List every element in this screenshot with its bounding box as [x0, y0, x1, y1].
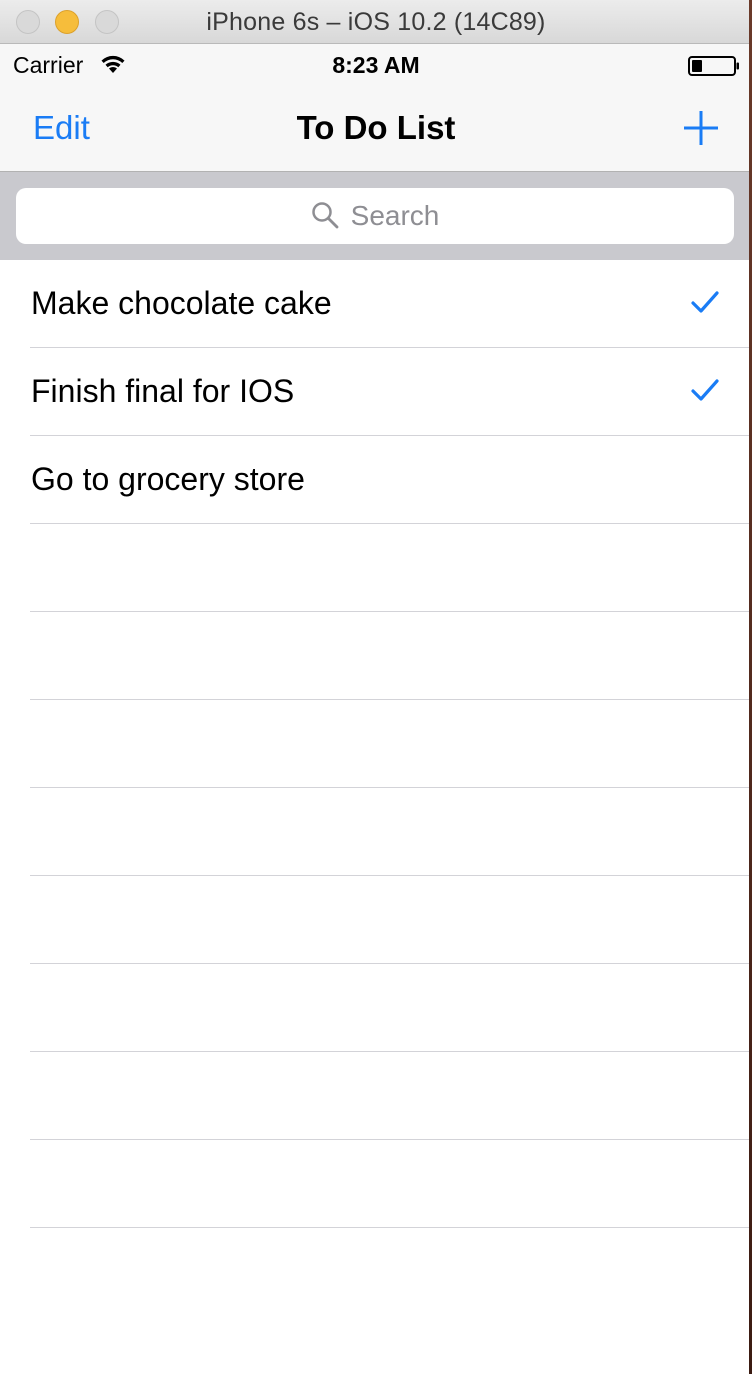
navigation-bar: Edit To Do List [0, 84, 752, 172]
todo-row[interactable]: Make chocolate cake [30, 260, 752, 348]
checkmark-icon [691, 379, 719, 401]
todo-label: Finish final for IOS [31, 373, 295, 409]
todo-table: Make chocolate cake Finish final for IOS G… [0, 260, 752, 1228]
search-bar: Search [0, 172, 752, 260]
search-icon [311, 202, 339, 229]
status-time: 8:23 AM [332, 52, 420, 78]
todo-label: Go to grocery store [31, 461, 305, 497]
empty-row [30, 876, 752, 964]
empty-row [30, 1052, 752, 1140]
search-placeholder-wrap: Search [16, 200, 734, 232]
window-title-bar: iPhone 6s – iOS 10.2 (14C89) [0, 0, 752, 44]
empty-row [30, 612, 752, 700]
empty-row [30, 1140, 752, 1228]
todo-row[interactable]: Go to grocery store [30, 436, 752, 524]
todo-row[interactable]: Finish final for IOS [30, 348, 752, 436]
battery-icon [688, 56, 739, 76]
empty-row [30, 964, 752, 1052]
search-placeholder: Search [350, 200, 440, 231]
empty-row [30, 788, 752, 876]
empty-row [30, 524, 752, 612]
empty-row [30, 700, 752, 788]
todo-label: Make chocolate cake [31, 285, 332, 321]
window-title: iPhone 6s – iOS 10.2 (14C89) [206, 8, 546, 36]
status-bar: Carrier 8:23 AM [0, 44, 752, 84]
page-title: To Do List [296, 109, 456, 146]
add-icon[interactable] [682, 109, 720, 147]
checkmark-icon [691, 291, 719, 313]
search-input[interactable]: Search [16, 188, 734, 244]
simulator-window: iPhone 6s – iOS 10.2 (14C89) Carrier 8:2… [0, 0, 752, 1374]
